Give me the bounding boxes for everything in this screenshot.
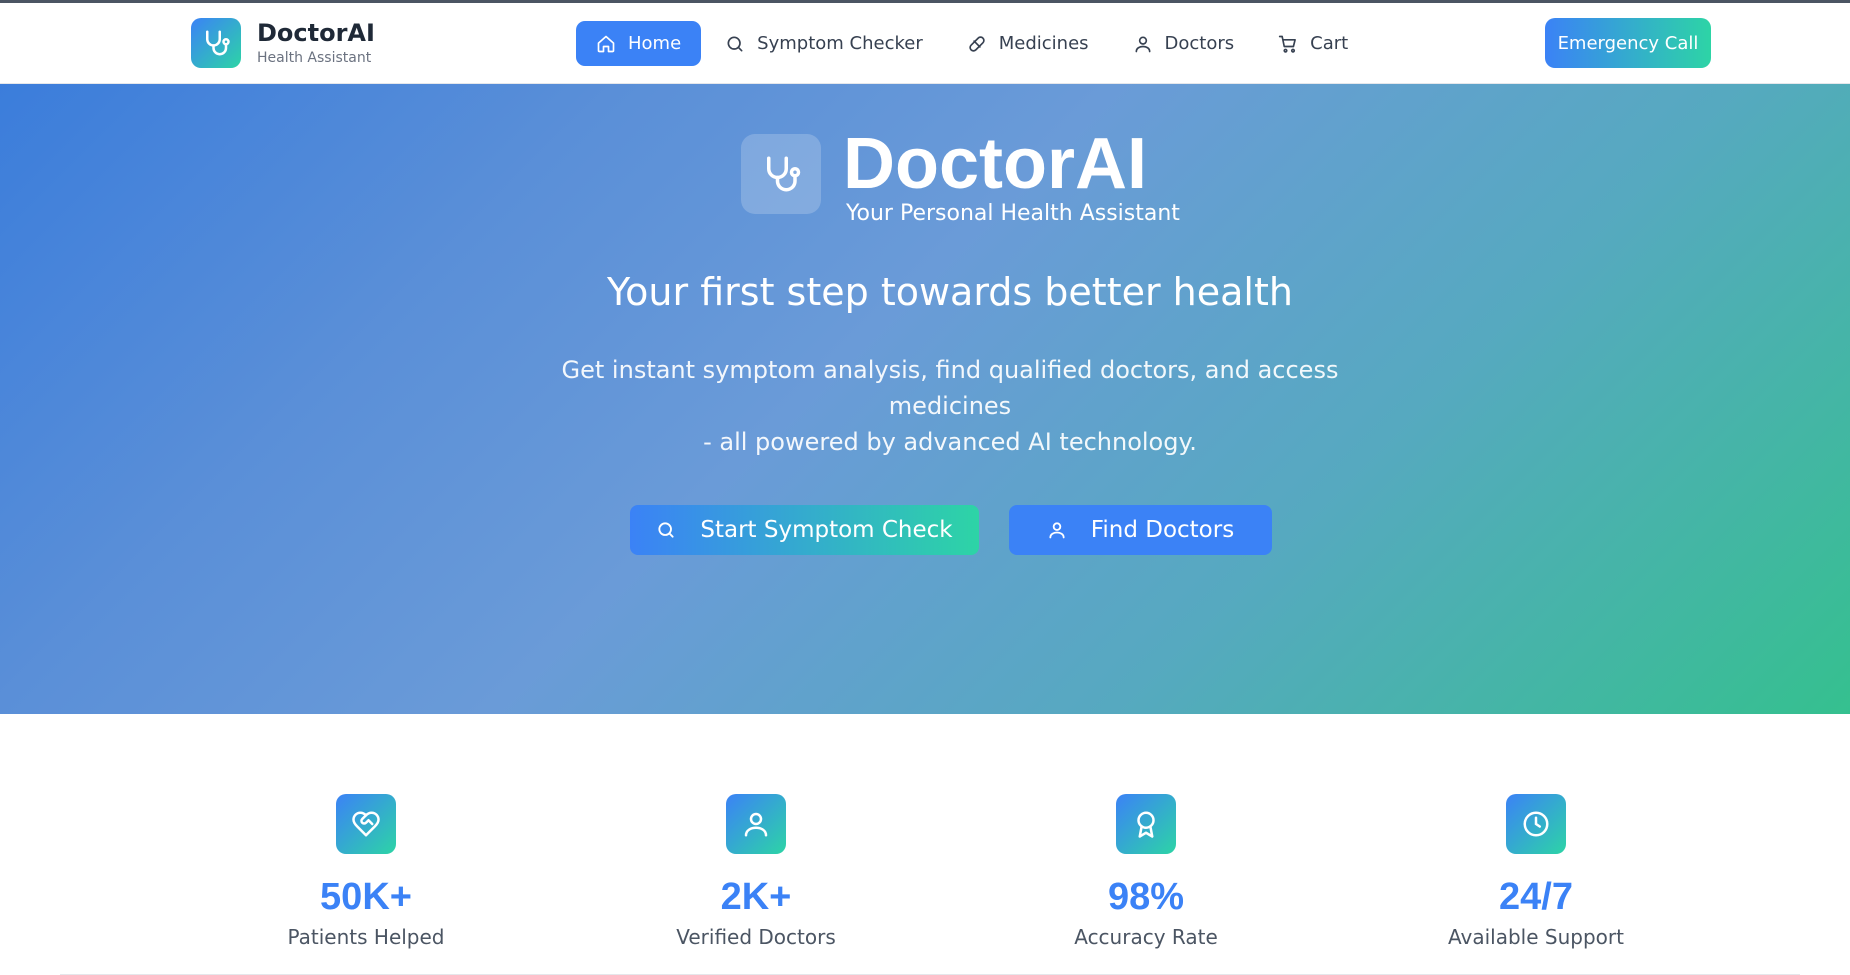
nav-doctors-label: Doctors xyxy=(1164,33,1235,54)
heart-handshake-icon xyxy=(336,794,396,854)
hero-headline: Your first step towards better health xyxy=(607,270,1293,314)
clock-icon xyxy=(1506,794,1566,854)
stat-value: 24/7 xyxy=(1499,876,1573,918)
stats-section: 50K+ Patients Helped 2K+ Verified Doctor… xyxy=(0,714,1850,975)
award-icon xyxy=(1116,794,1176,854)
pill-icon xyxy=(969,35,985,52)
brand[interactable]: DoctorAI Health Assistant xyxy=(191,18,375,68)
stat-accuracy-rate: 98% Accuracy Rate xyxy=(1016,794,1276,950)
stethoscope-icon xyxy=(741,134,821,214)
stat-patients-helped: 50K+ Patients Helped xyxy=(236,794,496,950)
hero-title: DoctorAI xyxy=(843,124,1147,204)
hero-description: Get instant symptom analysis, find quali… xyxy=(517,352,1383,460)
nav-home-label: Home xyxy=(628,33,682,54)
start-symptom-check-button[interactable]: Start Symptom Check xyxy=(630,505,979,555)
stat-label: Patients Helped xyxy=(287,925,445,949)
stat-label: Verified Doctors xyxy=(676,925,836,949)
home-icon xyxy=(597,35,615,52)
nav-medicines[interactable]: Medicines xyxy=(947,21,1109,66)
stat-value: 2K+ xyxy=(720,876,792,918)
nav-cart[interactable]: Cart xyxy=(1258,21,1368,66)
stat-label: Available Support xyxy=(1448,925,1624,949)
cart-icon xyxy=(1278,35,1297,53)
top-navbar: DoctorAI Health Assistant Home Symptom C… xyxy=(0,3,1850,84)
main-nav: Home Symptom Checker Medicines Doctors C… xyxy=(576,21,1372,66)
stethoscope-icon xyxy=(191,18,241,68)
emergency-call-button[interactable]: Emergency Call xyxy=(1545,18,1711,68)
search-icon xyxy=(727,36,743,52)
nav-doctors[interactable]: Doctors xyxy=(1113,21,1255,66)
brand-name: DoctorAI xyxy=(257,19,375,47)
find-doctors-label: Find Doctors xyxy=(1090,517,1235,543)
hero-description-line-2: - all powered by advanced AI technology. xyxy=(703,428,1197,456)
nav-medicines-label: Medicines xyxy=(998,33,1089,54)
stat-available-support: 24/7 Available Support xyxy=(1406,794,1666,950)
stat-verified-doctors: 2K+ Verified Doctors xyxy=(626,794,886,950)
nav-symptom-checker-label: Symptom Checker xyxy=(757,33,923,54)
brand-subtitle: Health Assistant xyxy=(257,50,372,66)
hero-description-line-1: Get instant symptom analysis, find quali… xyxy=(561,356,1339,420)
user-icon xyxy=(1135,36,1151,52)
stat-label: Accuracy Rate xyxy=(1074,925,1218,949)
user-icon xyxy=(726,794,786,854)
find-doctors-button[interactable]: Find Doctors xyxy=(1009,505,1272,555)
user-icon xyxy=(1049,522,1065,539)
hero-section: DoctorAI Your Personal Health Assistant … xyxy=(0,84,1850,714)
nav-symptom-checker[interactable]: Symptom Checker xyxy=(705,21,943,66)
start-symptom-check-label: Start Symptom Check xyxy=(700,517,953,543)
stat-value: 98% xyxy=(1107,876,1185,918)
search-icon xyxy=(658,522,674,538)
stat-value: 50K+ xyxy=(320,876,412,918)
hero-subtitle: Your Personal Health Assistant xyxy=(846,201,1180,226)
nav-home[interactable]: Home xyxy=(576,21,702,66)
nav-cart-label: Cart xyxy=(1310,33,1349,54)
